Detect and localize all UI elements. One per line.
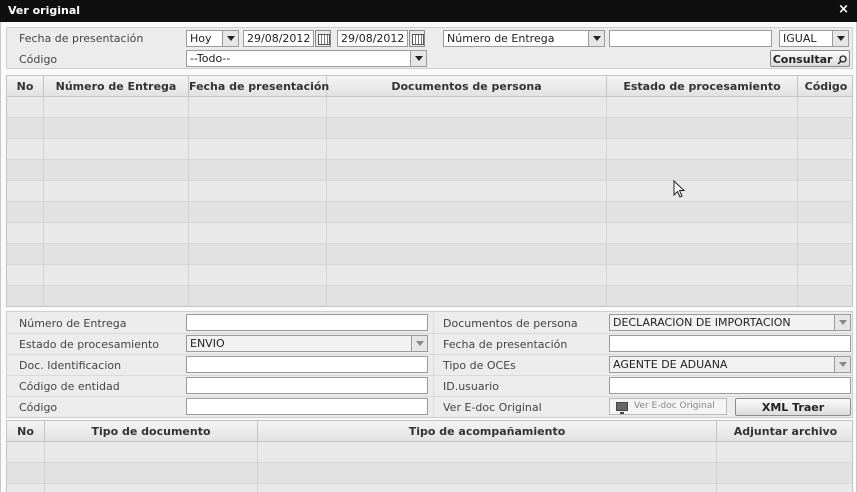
chevron-down-icon: [222, 31, 238, 46]
dialog-body: Fecha de presentación Hoy 29/08/2012 29/…: [0, 22, 857, 492]
documentos-persona-select[interactable]: DECLARACION DE IMPORTACION: [609, 314, 851, 331]
xml-traer-button[interactable]: XML Traer: [735, 398, 851, 416]
chevron-down-icon: [834, 357, 850, 372]
fecha-presentacion-field[interactable]: [609, 335, 851, 352]
table-row[interactable]: [7, 202, 852, 223]
doc-ident-field[interactable]: [186, 356, 428, 373]
column-header[interactable]: Número de Entrega: [44, 76, 189, 97]
table-row[interactable]: [7, 265, 852, 286]
table-row[interactable]: [7, 160, 852, 181]
table-row[interactable]: [7, 118, 852, 139]
numero-entrega-label: Número de Entrega: [19, 317, 127, 330]
mouse-cursor-icon: [673, 180, 685, 198]
consultar-button[interactable]: Consultar: [770, 50, 850, 67]
column-divider: [433, 312, 434, 417]
codigo-label: Código: [19, 53, 58, 66]
column-header[interactable]: Estado de procesamiento: [607, 76, 798, 97]
calendar-icon[interactable]: [409, 30, 425, 47]
window-titlebar: Ver original ×: [0, 0, 857, 22]
table-row[interactable]: [7, 286, 852, 306]
chevron-down-icon: [834, 315, 850, 330]
row-divider: [7, 354, 852, 355]
date-from-input[interactable]: 29/08/2012: [243, 30, 314, 47]
fecha-presentacion-label: Fecha de presentación: [443, 338, 568, 351]
table-row[interactable]: [7, 442, 852, 463]
table-row[interactable]: [7, 244, 852, 265]
chevron-down-icon: [410, 51, 426, 66]
results-table-body: [7, 97, 852, 306]
close-icon[interactable]: ×: [838, 2, 849, 17]
calendar-icon[interactable]: [315, 30, 331, 47]
attachments-table-body: [7, 442, 852, 492]
codigo-select[interactable]: --Todo--: [186, 50, 427, 67]
column-header[interactable]: No: [7, 421, 45, 442]
codigo-entidad-field[interactable]: [186, 377, 428, 394]
ver-edoc-button[interactable]: Ver E-doc Original: [609, 398, 727, 415]
column-divider: [326, 97, 327, 306]
tipo-oces-select[interactable]: AGENTE DE ADUANA: [609, 356, 851, 373]
search-text-input[interactable]: [609, 30, 772, 47]
row-divider: [7, 396, 852, 397]
column-header[interactable]: Adjuntar archivo: [717, 421, 852, 442]
monitor-icon: [616, 402, 628, 414]
doc-ident-label: Doc. Identificacion: [19, 359, 122, 372]
date-to-input[interactable]: 29/08/2012: [337, 30, 408, 47]
column-header[interactable]: Código: [798, 76, 852, 97]
column-header[interactable]: Tipo de acompañamiento: [258, 421, 717, 442]
attachments-table: No Tipo de documento Tipo de acompañamie…: [6, 420, 853, 492]
search-field-select[interactable]: Número de Entrega: [443, 30, 605, 47]
table-row[interactable]: [7, 97, 852, 118]
detail-panel: Número de Entrega Estado de procesamient…: [6, 311, 853, 418]
column-header[interactable]: No: [7, 76, 44, 97]
estado-select[interactable]: ENVIO: [186, 335, 428, 352]
documentos-persona-label: Documentos de persona: [443, 317, 578, 330]
column-divider: [44, 442, 45, 492]
search-icon: [837, 55, 847, 65]
period-select[interactable]: Hoy: [186, 30, 239, 47]
row-divider: [7, 333, 852, 334]
fecha-label: Fecha de presentación: [19, 32, 144, 45]
codigo-entidad-label: Código de entidad: [19, 380, 120, 393]
table-row[interactable]: [7, 223, 852, 244]
numero-entrega-field[interactable]: [186, 314, 428, 331]
column-divider: [257, 442, 258, 492]
chevron-down-icon: [588, 31, 604, 46]
row-divider: [7, 375, 852, 376]
column-divider: [716, 442, 717, 492]
results-table: No Número de Entrega Fecha de presentaci…: [6, 75, 853, 307]
operator-select[interactable]: IGUAL: [779, 30, 849, 47]
column-header[interactable]: Documentos de persona: [327, 76, 607, 97]
window-title: Ver original: [8, 4, 81, 17]
column-divider: [797, 97, 798, 306]
table-row[interactable]: [7, 181, 852, 202]
id-usuario-label: ID.usuario: [443, 380, 499, 393]
estado-label: Estado de procesamiento: [19, 338, 160, 351]
table-row[interactable]: [7, 484, 852, 492]
attachments-table-header: No Tipo de documento Tipo de acompañamie…: [7, 421, 852, 442]
id-usuario-field[interactable]: [609, 377, 851, 394]
table-row[interactable]: [7, 139, 852, 160]
codigo-detail-label: Código: [19, 401, 58, 414]
ver-edoc-label: Ver E-doc Original: [443, 401, 542, 414]
column-divider: [188, 97, 189, 306]
chevron-down-icon: [411, 336, 427, 351]
chevron-down-icon: [832, 31, 848, 46]
filter-panel: Fecha de presentación Hoy 29/08/2012 29/…: [6, 27, 853, 69]
table-row[interactable]: [7, 463, 852, 484]
results-table-header: No Número de Entrega Fecha de presentaci…: [7, 76, 852, 97]
tipo-oces-label: Tipo de OCEs: [443, 359, 516, 372]
column-header[interactable]: Fecha de presentación: [189, 76, 329, 97]
column-divider: [43, 97, 44, 306]
column-header[interactable]: Tipo de documento: [45, 421, 258, 442]
codigo-detail-field[interactable]: [186, 398, 428, 415]
column-divider: [606, 97, 607, 306]
